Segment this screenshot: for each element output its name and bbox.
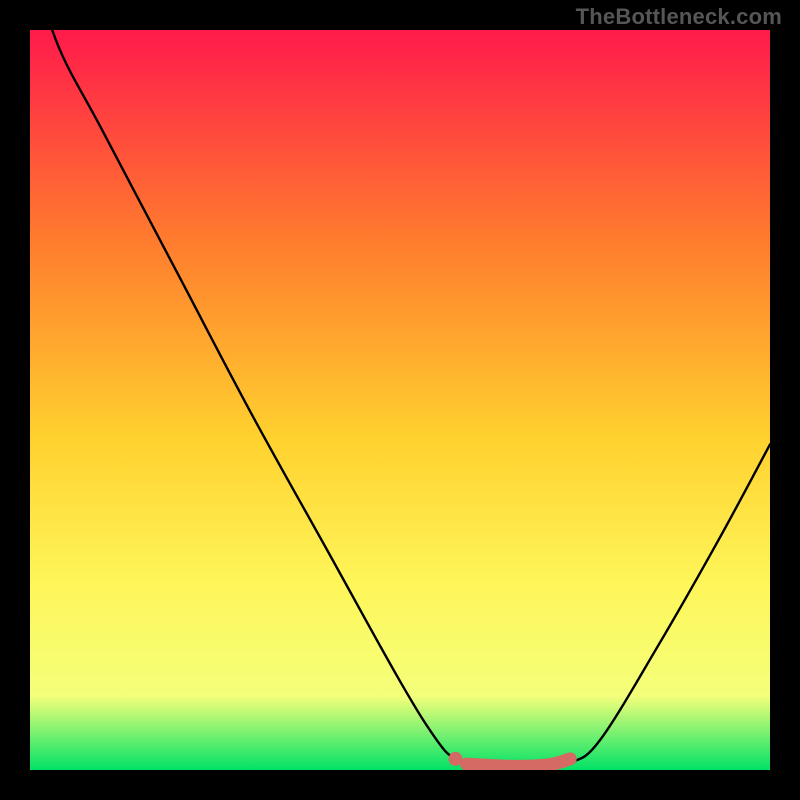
optimal-segment	[467, 759, 571, 766]
gradient-background	[30, 30, 770, 770]
watermark-text: TheBottleneck.com	[576, 4, 782, 30]
plot-area	[30, 30, 770, 770]
chart-frame: TheBottleneck.com	[0, 0, 800, 800]
chart-svg	[30, 30, 770, 770]
optimal-point-marker	[449, 752, 463, 766]
